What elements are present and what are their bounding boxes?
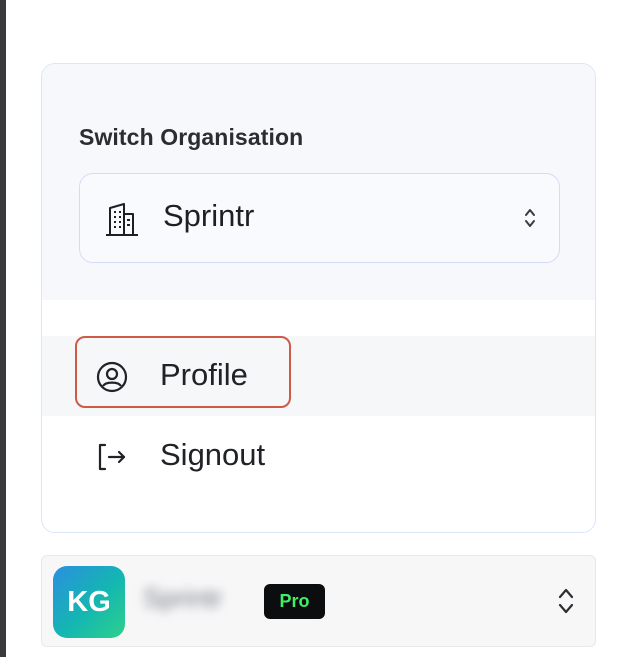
avatar: KG — [53, 566, 125, 638]
building-icon — [106, 203, 138, 236]
menu-item-signout[interactable]: Signout — [42, 416, 595, 496]
sign-out-icon — [98, 443, 126, 471]
chevron-up-down-icon — [525, 209, 535, 227]
profile-label: Profile — [160, 357, 248, 392]
account-menu-popover: Switch Organisation Sprintr Profile Sign… — [41, 63, 596, 533]
window-edge — [0, 0, 6, 657]
signout-label: Signout — [160, 437, 266, 472]
user-circle-icon — [96, 361, 128, 393]
organisation-select[interactable]: Sprintr — [79, 173, 560, 263]
plan-badge: Pro — [264, 584, 325, 619]
chevron-up-down-icon — [558, 588, 574, 614]
selected-organisation-name: Sprintr — [163, 198, 255, 233]
switch-organisation-label: Switch Organisation — [79, 124, 304, 150]
menu-item-profile[interactable]: Profile — [42, 336, 595, 416]
account-switcher-button[interactable]: KG Sprintr Pro — [41, 555, 596, 647]
org-switch-section: Switch Organisation Sprintr — [42, 64, 595, 300]
footer-organisation-name: Sprintr — [143, 583, 223, 613]
